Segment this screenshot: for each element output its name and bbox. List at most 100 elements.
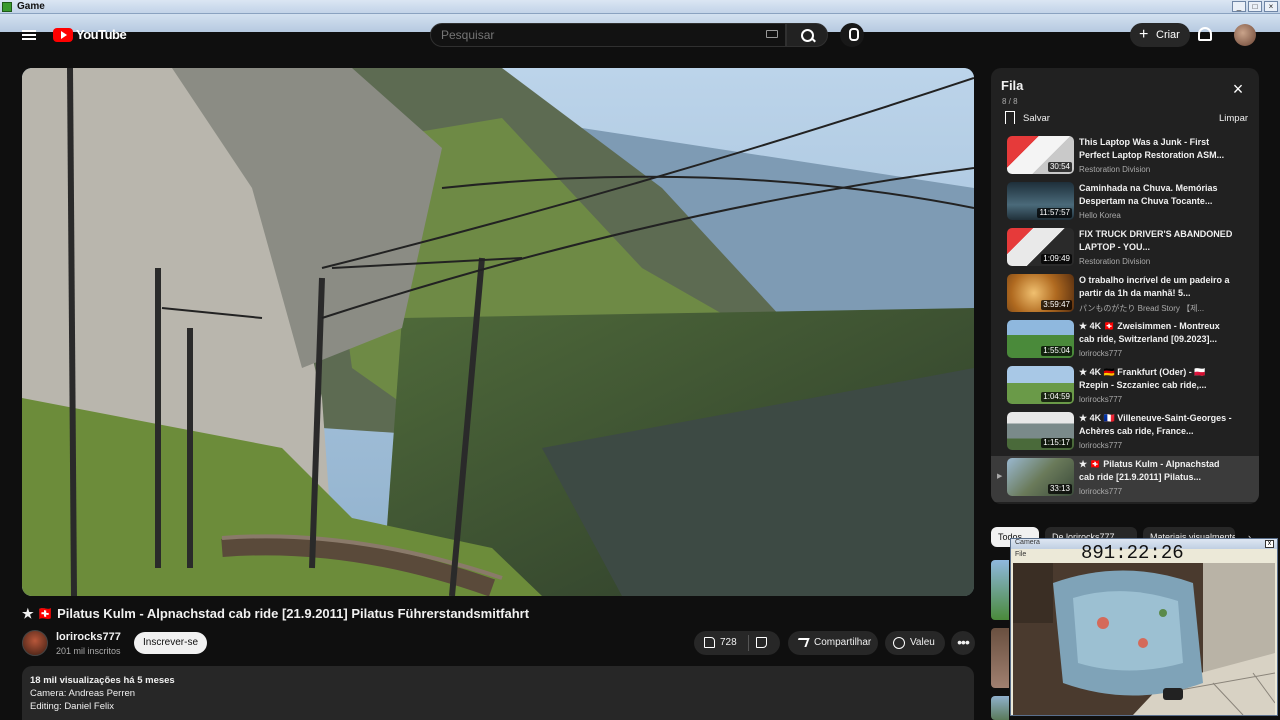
queue-item-title: ★ 4K 🇫🇷 Villeneuve-Saint-Georges - Achèr… xyxy=(1079,413,1232,436)
clear-queue-button[interactable]: Limpar xyxy=(1219,113,1248,124)
queue-thumbnail: 3:59:47 xyxy=(1007,274,1074,312)
search-button[interactable] xyxy=(786,23,828,47)
duration-badge: 1:55:04 xyxy=(1041,346,1072,356)
duration-badge: 1:09:49 xyxy=(1041,254,1072,264)
description-line: Camera: Andreas Perren xyxy=(30,688,136,699)
description-line: Editing: Daniel Felix xyxy=(30,701,114,712)
recommendation-thumbnail[interactable] xyxy=(991,560,1009,620)
queue-thumbnail: 1:04:59 xyxy=(1007,366,1074,404)
save-queue-button[interactable]: Salvar xyxy=(1023,113,1050,124)
queue-item-channel: Restoration Division xyxy=(1079,165,1151,174)
overlay-close-button[interactable]: x xyxy=(1265,540,1274,548)
queue-thumbnail: 30:54 xyxy=(1007,136,1074,174)
queue-item[interactable]: 30:54 This Laptop Was a Junk - First Per… xyxy=(991,136,1259,182)
recommendation-thumbnail[interactable] xyxy=(991,696,1009,720)
window-titlebar: Game _ □ × xyxy=(0,0,1280,14)
search-box[interactable] xyxy=(430,23,786,47)
app-icon xyxy=(2,2,12,12)
more-actions-button[interactable]: ••• xyxy=(951,631,975,655)
queue-item-title: ★ 4K 🇨🇭 Zweisimmen - Montreux cab ride, … xyxy=(1079,321,1220,344)
queue-item-title: This Laptop Was a Junk - First Perfect L… xyxy=(1079,137,1225,160)
queue-item[interactable]: 11:57:57 Caminhada na Chuva. Memórias De… xyxy=(991,182,1259,228)
queue-thumbnail: 11:57:57 xyxy=(1007,182,1074,220)
now-playing-icon: ▶ xyxy=(997,473,1003,480)
queue-item-channel: lorirocks777 xyxy=(1079,487,1123,496)
dislike-icon[interactable] xyxy=(756,637,767,648)
duration-badge: 11:57:57 xyxy=(1037,208,1072,218)
video-title: ★ 🇨🇭 Pilatus Kulm - Alpnachstad cab ride… xyxy=(22,606,530,621)
window-title: Game xyxy=(17,1,45,12)
description-box[interactable]: 18 mil visualizações há 5 meses Camera: … xyxy=(22,666,974,720)
overlay-clock: 891:22:26 xyxy=(1081,542,1184,564)
queue-thumbnail: 1:09:49 xyxy=(1007,228,1074,266)
account-avatar[interactable] xyxy=(1234,24,1256,46)
duration-badge: 30:54 xyxy=(1047,162,1072,172)
create-button[interactable]: + Criar xyxy=(1130,23,1190,47)
youtube-logo-text[interactable]: YouTube xyxy=(76,27,127,42)
like-count[interactable]: 728 xyxy=(720,631,737,655)
queue-item[interactable]: 1:09:49 FIX TRUCK DRIVER'S ABANDONED LAP… xyxy=(991,228,1259,274)
thanks-icon xyxy=(893,637,905,649)
queue-item[interactable]: 1:15:17 ★ 4K 🇫🇷 Villeneuve-Saint-Georges… xyxy=(991,412,1259,458)
queue-item-title: Caminhada na Chuva. Memórias Despertam n… xyxy=(1079,183,1218,206)
queue-title: Fila xyxy=(1001,78,1024,93)
duration-badge: 1:04:59 xyxy=(1041,392,1072,402)
minimize-button[interactable]: _ xyxy=(1232,1,1246,12)
youtube-logo-icon[interactable] xyxy=(53,28,73,42)
overlay-menu-file[interactable]: File xyxy=(1015,551,1026,558)
queue-thumbnail: 1:55:04 xyxy=(1007,320,1074,358)
queue-item-title: ★ 4K 🇩🇪 Frankfurt (Oder) - 🇵🇱 Rzepin - S… xyxy=(1079,367,1207,390)
create-label: Criar xyxy=(1156,29,1180,41)
close-queue-icon[interactable]: × xyxy=(1231,80,1245,98)
close-window-button[interactable]: × xyxy=(1264,1,1278,12)
plus-icon: + xyxy=(1139,26,1149,43)
queue-item-title: FIX TRUCK DRIVER'S ABANDONED LAPTOP - YO… xyxy=(1079,229,1233,252)
voice-search-button[interactable] xyxy=(840,23,864,47)
queue-item-title: ★ 🇨🇭 Pilatus Kulm - Alpnachstad cab ride… xyxy=(1079,459,1220,482)
camera-feed-armchair xyxy=(1013,563,1275,715)
queue-item-channel: lorirocks777 xyxy=(1079,349,1123,358)
bookmark-icon[interactable] xyxy=(1005,111,1015,124)
recommendation-thumbnail[interactable] xyxy=(991,628,1009,688)
overlay-title: Camera xyxy=(1015,539,1040,546)
queue-item[interactable]: 1:55:04 ★ 4K 🇨🇭 Zweisimmen - Montreux ca… xyxy=(991,320,1259,366)
queue-thumbnail: 33:13 xyxy=(1007,458,1074,496)
maximize-button[interactable]: □ xyxy=(1248,1,1262,12)
duration-badge: 1:15:17 xyxy=(1041,438,1072,448)
queue-item-now-playing[interactable]: ▶ 33:13 ★ 🇨🇭 Pilatus Kulm - Alpnachstad … xyxy=(991,456,1259,502)
thanks-label: Valeu xyxy=(910,637,935,648)
video-player[interactable] xyxy=(22,68,974,596)
queue-item-channel: lorirocks777 xyxy=(1079,395,1123,404)
notifications-bell-icon[interactable] xyxy=(1198,27,1212,41)
search-input[interactable] xyxy=(431,24,751,46)
subscriber-count: 201 mil inscritos xyxy=(56,646,121,656)
queue-item-channel: Hello Korea xyxy=(1079,211,1121,220)
like-divider xyxy=(748,635,749,651)
youtube-header: YouTube + Criar xyxy=(0,14,1280,54)
queue-item-channel: Restoration Division xyxy=(1079,257,1151,266)
video-frame-mountain-railway xyxy=(22,68,974,596)
channel-name[interactable]: lorirocks777 xyxy=(56,631,121,643)
queue-item[interactable]: 1:04:59 ★ 4K 🇩🇪 Frankfurt (Oder) - 🇵🇱 Rz… xyxy=(991,366,1259,412)
duration-badge: 33:13 xyxy=(1047,484,1072,494)
queue-thumbnail: 1:15:17 xyxy=(1007,412,1074,450)
keyboard-icon[interactable] xyxy=(766,30,778,38)
duration-badge: 3:59:47 xyxy=(1041,300,1072,310)
share-button[interactable]: Compartilhar xyxy=(788,631,878,655)
queue-item-channel: lorirocks777 xyxy=(1079,441,1123,450)
channel-avatar[interactable] xyxy=(22,630,48,656)
share-label: Compartilhar xyxy=(814,637,872,648)
thanks-button[interactable]: Valeu xyxy=(885,631,945,655)
menu-icon[interactable] xyxy=(22,30,36,40)
queue-panel: Fila 8 / 8 × Salvar Limpar 30:54 This La… xyxy=(991,68,1259,504)
like-icon[interactable] xyxy=(704,637,715,648)
like-dislike-group: 728 xyxy=(694,631,780,655)
queue-item-channel: パンものがたり Bread Story 【제... xyxy=(1079,304,1205,313)
camera-overlay-window[interactable]: Camera x File 891:22:26 xyxy=(1010,538,1278,716)
camera-feed xyxy=(1013,563,1275,715)
queue-count: 8 / 8 xyxy=(1002,97,1018,106)
view-stats: 18 mil visualizações há 5 meses xyxy=(30,675,175,686)
subscribe-button[interactable]: Inscrever-se xyxy=(134,632,207,654)
queue-item-title: O trabalho incrível de um padeiro a part… xyxy=(1079,275,1230,298)
queue-item[interactable]: 3:59:47 O trabalho incrível de um padeir… xyxy=(991,274,1259,320)
